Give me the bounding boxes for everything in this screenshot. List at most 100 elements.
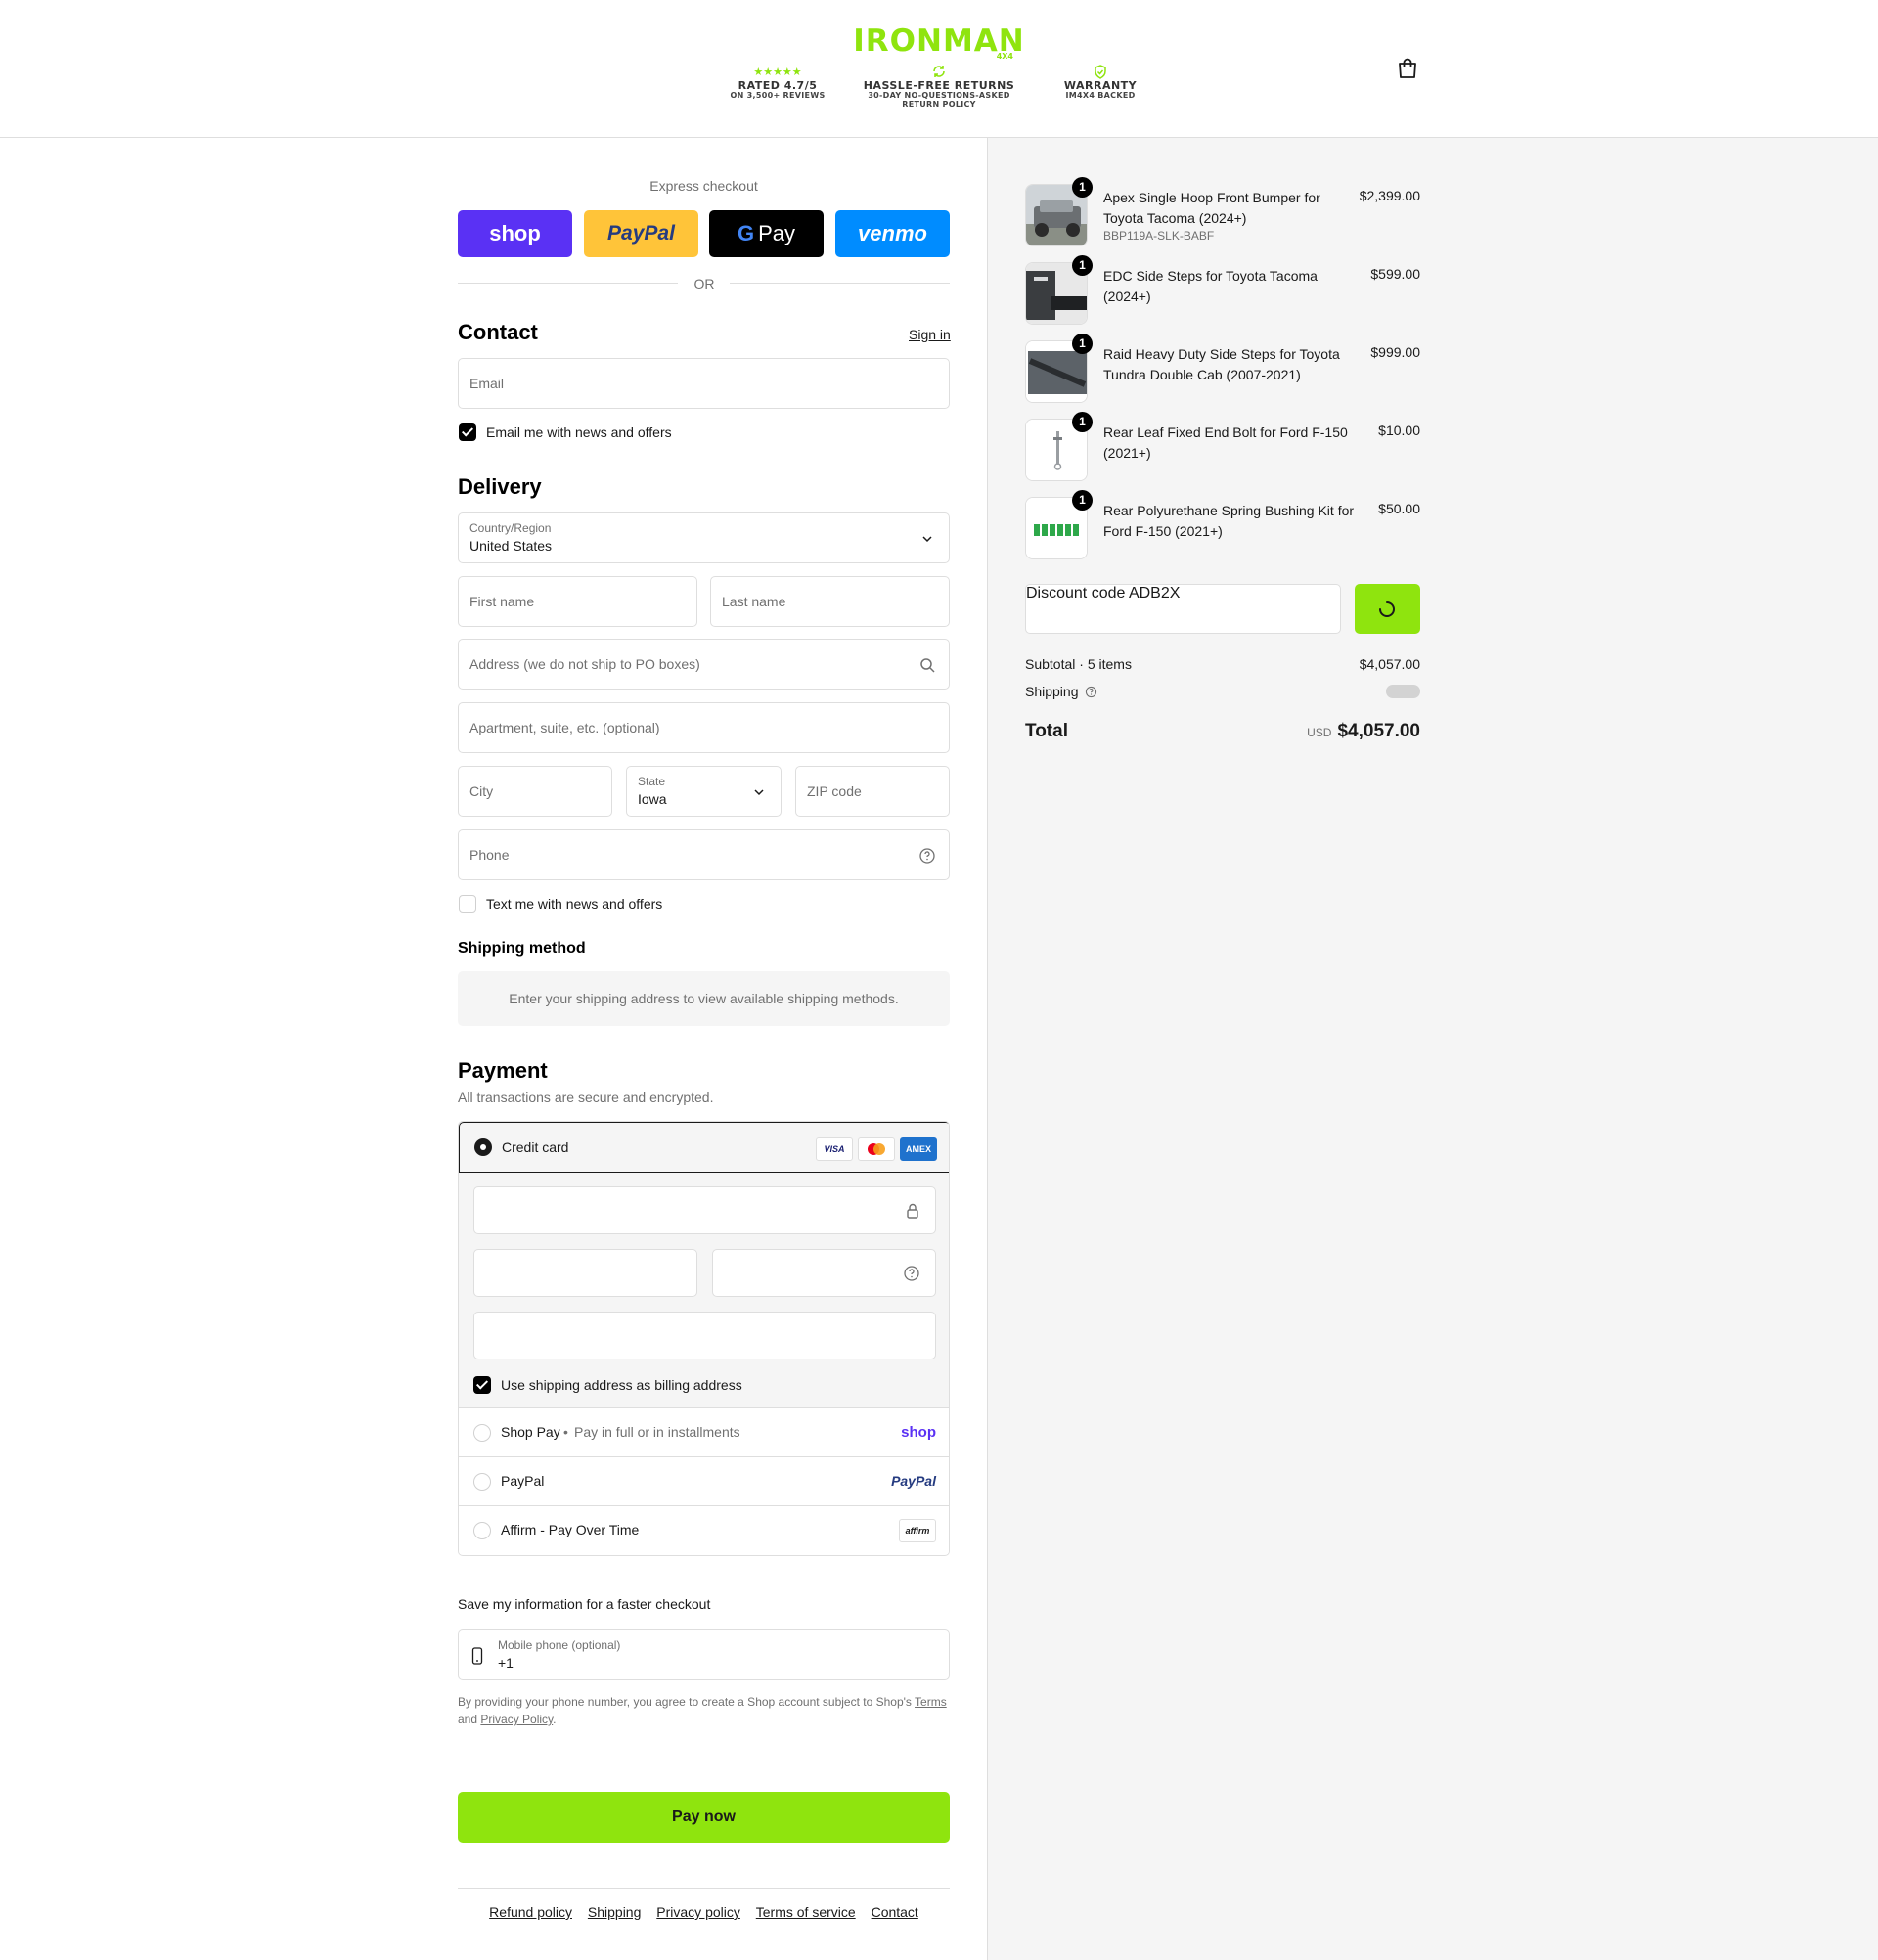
- email-opt-in-checkbox[interactable]: [459, 423, 476, 441]
- first-name-field[interactable]: First name: [458, 576, 697, 627]
- amex-icon: AMEX: [900, 1137, 937, 1161]
- shopping-bag-icon[interactable]: [1396, 57, 1419, 80]
- checkout-main: [0, 138, 987, 1960]
- item-name: EDC Side Steps for Toyota Tacoma (2024+): [1103, 268, 1318, 304]
- venmo-button[interactable]: venmo: [835, 210, 950, 257]
- shop-pay-separator: •: [563, 1424, 568, 1440]
- credit-card-radio[interactable]: [474, 1138, 492, 1156]
- footer-links: Refund policy Shipping Privacy policy Te…: [458, 1904, 950, 1920]
- refresh-icon: [851, 65, 1027, 80]
- help-circle-icon[interactable]: [1085, 686, 1097, 701]
- quantity-badge: 1: [1072, 490, 1093, 511]
- paypal-radio[interactable]: [473, 1473, 491, 1491]
- stars-icon: ★★★★★: [753, 66, 802, 78]
- card-name-field[interactable]: [473, 1312, 936, 1359]
- line-item: 1 EDC Side Steps for Toyota Tacoma (2024…: [1025, 255, 1420, 327]
- billing-same-label: Use shipping address as billing address: [501, 1377, 742, 1393]
- paypal-wordmark: PayPal: [607, 222, 675, 245]
- card-number-field[interactable]: [473, 1186, 936, 1234]
- email-field[interactable]: Email: [458, 358, 950, 409]
- terms-of-service-link[interactable]: Terms of service: [756, 1904, 856, 1920]
- help-circle-icon[interactable]: [903, 1265, 920, 1287]
- country-select[interactable]: Country/Region United States: [458, 512, 950, 563]
- apply-discount-button[interactable]: [1355, 584, 1420, 634]
- express-checkout-title: Express checkout: [649, 178, 758, 194]
- phone-field[interactable]: Phone: [458, 829, 950, 880]
- item-name: Rear Leaf Fixed End Bolt for Ford F-150 …: [1103, 424, 1348, 461]
- mastercard-icon: [858, 1137, 895, 1161]
- terms-link[interactable]: Terms: [915, 1695, 947, 1709]
- help-circle-icon[interactable]: [918, 847, 936, 865]
- payment-heading: Payment: [458, 1058, 548, 1083]
- shipping-method-message: Enter your shipping address to view avai…: [458, 971, 950, 1026]
- ironman-logo[interactable]: IRONMAN 4X4: [851, 20, 1027, 63]
- shop-pay-option[interactable]: Shop Pay • Pay in full or in installment…: [459, 1407, 949, 1456]
- order-summary: [987, 138, 1878, 1960]
- address-field[interactable]: Address (we do not ship to PO boxes): [458, 639, 950, 690]
- returns-sub2: RETURN POLICY: [902, 100, 976, 109]
- rating-title: RATED 4.7/5: [738, 79, 818, 92]
- shipping-label: Shipping: [1025, 684, 1097, 701]
- quantity-badge: 1: [1072, 177, 1093, 198]
- credit-card-option[interactable]: Credit card VISA AMEX: [459, 1122, 949, 1173]
- google-g-icon: G: [737, 221, 755, 245]
- state-select[interactable]: State Iowa: [626, 766, 782, 817]
- delivery-heading: Delivery: [458, 474, 542, 499]
- text-opt-in-checkbox[interactable]: [459, 895, 476, 913]
- item-price: $50.00: [1378, 501, 1420, 516]
- sign-in-link[interactable]: Sign in: [909, 327, 951, 342]
- item-price: $10.00: [1378, 423, 1420, 438]
- total-value: $4,057.00: [1337, 721, 1420, 741]
- card-expiry-field[interactable]: [473, 1249, 697, 1297]
- affirm-logo: affirm: [899, 1519, 936, 1542]
- returns-badge: HASSLE-FREE RETURNS 30-DAY NO-QUESTIONS-…: [851, 65, 1027, 109]
- item-price: $599.00: [1370, 266, 1420, 282]
- shop-pay-button[interactable]: shop: [458, 210, 572, 257]
- google-pay-button[interactable]: G Pay: [709, 210, 824, 257]
- line-item: 1 Rear Leaf Fixed End Bolt for Ford F-15…: [1025, 412, 1420, 483]
- paypal-button[interactable]: PayPal: [584, 210, 698, 257]
- item-name: Rear Polyurethane Spring Bushing Kit for…: [1103, 503, 1355, 539]
- quantity-badge: 1: [1072, 334, 1093, 354]
- shipping-method-heading: Shipping method: [458, 940, 586, 957]
- discount-code-field[interactable]: Discount code ADB2X: [1025, 584, 1341, 634]
- line-item: 1 Rear Polyurethane Spring Bushing Kit f…: [1025, 490, 1420, 561]
- contact-link[interactable]: Contact: [872, 1904, 918, 1920]
- apartment-placeholder: Apartment, suite, etc. (optional): [470, 720, 660, 735]
- paypal-option[interactable]: PayPal PayPal: [459, 1456, 949, 1505]
- item-price: $999.00: [1370, 344, 1420, 360]
- last-name-field[interactable]: Last name: [710, 576, 950, 627]
- pay-now-button[interactable]: Pay now: [458, 1792, 950, 1843]
- or-divider-text: OR: [693, 276, 715, 291]
- shipping-link[interactable]: Shipping: [588, 1904, 642, 1920]
- shop-pay-radio[interactable]: [473, 1424, 491, 1442]
- loading-spinner-icon: [1377, 600, 1397, 624]
- privacy-policy-link[interactable]: Privacy policy: [656, 1904, 740, 1920]
- shop-pay-note: Pay in full or in installments: [574, 1424, 740, 1440]
- site-header: IRONMAN 4X4 ★★★★★ RATED 4.7/5 ON 3,500+ …: [0, 0, 1878, 138]
- returns-title: HASSLE-FREE RETURNS: [863, 79, 1015, 92]
- mobile-phone-field[interactable]: Mobile phone (optional) +1: [458, 1629, 950, 1680]
- refund-policy-link[interactable]: Refund policy: [489, 1904, 572, 1920]
- affirm-option[interactable]: Affirm - Pay Over Time affirm: [459, 1505, 949, 1554]
- email-placeholder: Email: [470, 376, 505, 391]
- card-cvv-field[interactable]: [712, 1249, 936, 1297]
- city-field[interactable]: City: [458, 766, 612, 817]
- shop-legal-text: By providing your phone number, you agre…: [458, 1693, 950, 1728]
- privacy-link[interactable]: Privacy Policy: [480, 1713, 553, 1726]
- affirm-radio[interactable]: [473, 1522, 491, 1539]
- quantity-badge: 1: [1072, 412, 1093, 432]
- chevron-down-icon: [750, 783, 768, 801]
- currency-code: USD: [1307, 726, 1332, 739]
- zip-field[interactable]: ZIP code: [795, 766, 950, 817]
- mobile-phone-label: Mobile phone (optional): [498, 1638, 621, 1652]
- credit-card-label: Credit card: [502, 1139, 569, 1155]
- paypal-logo: PayPal: [891, 1473, 936, 1489]
- affirm-label: Affirm - Pay Over Time: [501, 1522, 640, 1537]
- apartment-field[interactable]: Apartment, suite, etc. (optional): [458, 702, 950, 753]
- footer-divider: [458, 1888, 950, 1889]
- shop-pay-label: Shop Pay: [501, 1424, 560, 1440]
- shield-check-icon: [1051, 65, 1149, 80]
- billing-same-checkbox[interactable]: [473, 1376, 491, 1394]
- shipping-loading-placeholder: [1386, 685, 1420, 698]
